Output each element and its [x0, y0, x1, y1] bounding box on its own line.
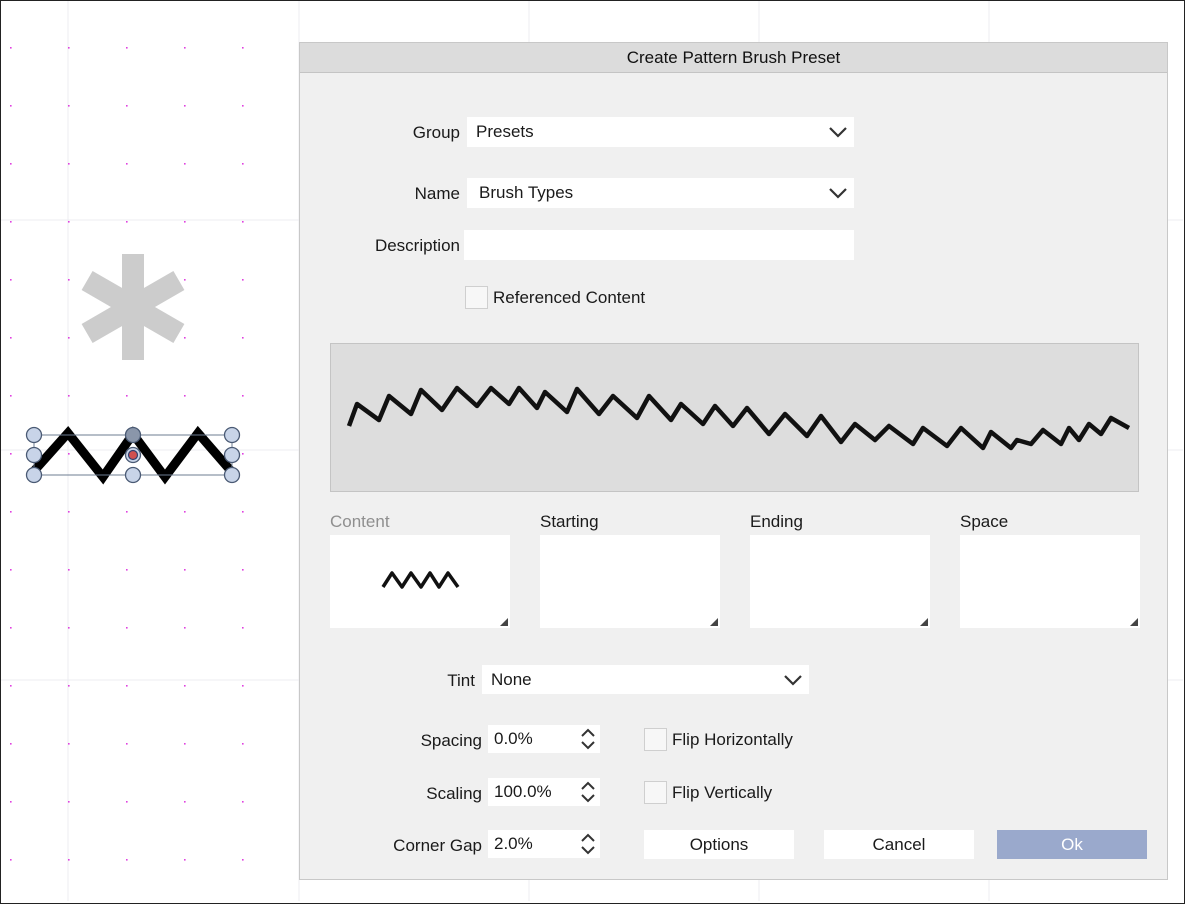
- ending-slot[interactable]: [750, 535, 930, 628]
- chevron-down-icon: [784, 675, 802, 686]
- options-button[interactable]: Options: [644, 830, 794, 859]
- resize-corner-icon: [920, 618, 928, 626]
- flip-horizontally-label: Flip Horizontally: [672, 730, 793, 749]
- corner-gap-spinbox[interactable]: 2.0%: [488, 830, 600, 858]
- spacing-label: Spacing: [420, 731, 482, 750]
- group-dropdown[interactable]: Presets: [467, 117, 854, 147]
- slot-label-space: Space: [960, 512, 1009, 531]
- tint-label: Tint: [447, 671, 475, 690]
- name-label: Name: [414, 184, 460, 203]
- cancel-button[interactable]: Cancel: [824, 830, 974, 859]
- referenced-content-checkbox[interactable]: [465, 286, 488, 309]
- flip-vertically-checkbox[interactable]: [644, 781, 667, 804]
- spin-arrows-icon[interactable]: [580, 781, 596, 803]
- scaling-value: 100.0%: [494, 782, 552, 801]
- slot-label-starting: Starting: [540, 512, 599, 531]
- scaling-spinbox[interactable]: 100.0%: [488, 778, 600, 806]
- referenced-content-label: Referenced Content: [493, 288, 646, 307]
- spacing-value: 0.0%: [494, 729, 533, 748]
- chevron-down-icon: [829, 127, 847, 138]
- slot-label-content: Content: [330, 512, 390, 531]
- corner-gap-value: 2.0%: [494, 834, 533, 853]
- brush-preview-stroke: [346, 385, 1131, 451]
- resize-corner-icon: [1130, 618, 1138, 626]
- description-input[interactable]: [464, 230, 854, 260]
- tint-dropdown[interactable]: None: [482, 665, 809, 694]
- tint-value: None: [491, 670, 532, 689]
- content-slot[interactable]: [330, 535, 510, 628]
- group-label: Group: [412, 123, 460, 142]
- spin-arrows-icon[interactable]: [580, 833, 596, 855]
- corner-gap-label: Corner Gap: [393, 836, 482, 855]
- starting-slot[interactable]: [540, 535, 720, 628]
- content-zigzag-thumbnail: [381, 571, 460, 589]
- spacing-spinbox[interactable]: 0.0%: [488, 725, 600, 753]
- space-slot[interactable]: [960, 535, 1140, 628]
- flip-vertically-label: Flip Vertically: [672, 783, 773, 802]
- group-value: Presets: [476, 122, 534, 141]
- flip-horizontally-checkbox[interactable]: [644, 728, 667, 751]
- spin-arrows-icon[interactable]: [580, 728, 596, 750]
- slot-label-ending: Ending: [750, 512, 803, 531]
- name-value: Brush Types: [479, 183, 574, 202]
- chevron-down-icon: [829, 188, 847, 199]
- resize-corner-icon: [710, 618, 718, 626]
- resize-corner-icon: [500, 618, 508, 626]
- scaling-label: Scaling: [426, 784, 482, 803]
- ok-button[interactable]: Ok: [997, 830, 1147, 859]
- rotation-center-handle[interactable]: [124, 446, 142, 464]
- dialog-title: Create Pattern Brush Preset: [300, 43, 1167, 73]
- description-label: Description: [374, 236, 460, 255]
- name-dropdown[interactable]: Brush Types: [467, 178, 854, 208]
- brush-preview: [330, 343, 1139, 492]
- create-pattern-brush-dialog: Create Pattern Brush Preset Group Preset…: [299, 42, 1168, 880]
- asterisk-shape[interactable]: [81, 254, 185, 360]
